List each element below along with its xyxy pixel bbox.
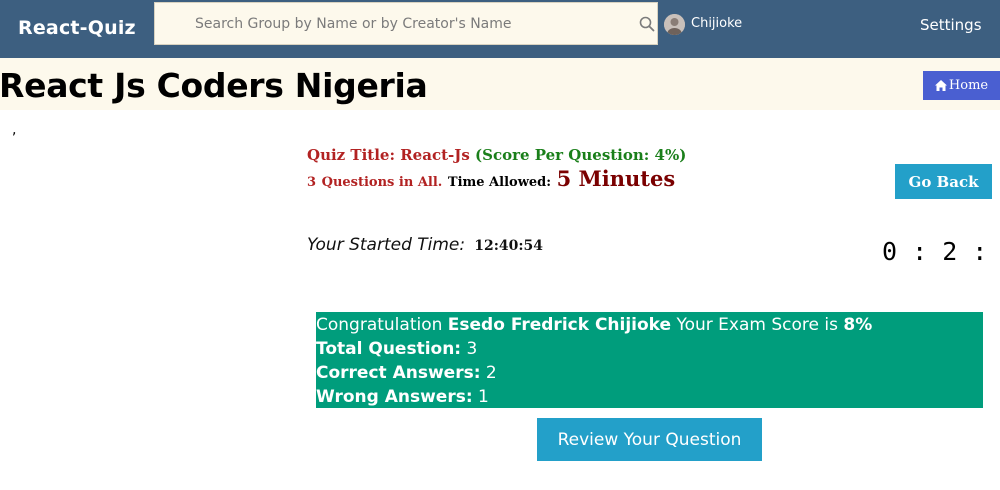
wrong-answers-value: 1	[478, 387, 489, 407]
result-panel: Congratulation Esedo Fredrick Chijioke Y…	[316, 312, 983, 408]
quiz-title-label: Quiz Title:	[307, 146, 395, 164]
time-allowed-label: Time Allowed:	[447, 175, 552, 190]
score-text: Your Exam Score is	[676, 315, 838, 335]
started-time-value: 12:40:54	[474, 238, 544, 254]
home-button-label: Home	[948, 78, 989, 93]
group-title: React Js Coders Nigeria	[0, 66, 428, 105]
top-navbar: React-Quiz Chijioke Settings	[0, 0, 1000, 58]
correct-answers-value: 2	[485, 363, 497, 383]
started-time-label: Your Started Time:	[307, 235, 466, 255]
correct-answers-label: Correct Answers:	[316, 363, 481, 383]
search-input[interactable]	[155, 3, 625, 44]
home-icon	[934, 80, 947, 91]
quiz-meta-line: 3 Questions in All. Time Allowed: 5 Minu…	[307, 166, 675, 191]
total-question-value: 3	[466, 339, 478, 359]
time-allowed-value: 5 Minutes	[556, 166, 676, 191]
settings-link[interactable]: Settings	[920, 16, 982, 34]
avatar[interactable]	[664, 14, 685, 35]
group-header: React Js Coders Nigeria Home	[0, 58, 1000, 110]
question-count: 3	[307, 175, 317, 190]
questions-label: Questions in All.	[321, 175, 443, 190]
review-question-button[interactable]: Review Your Question	[537, 418, 762, 461]
wrong-answers-line: Wrong Answers: 1	[316, 385, 983, 409]
congrats-prefix: Congratulation	[316, 315, 443, 335]
quiz-title-line: Quiz Title: React-Js (Score Per Question…	[307, 146, 686, 164]
countdown-timer: 0 : 2 : 8	[882, 237, 1000, 266]
go-back-button[interactable]: Go Back	[895, 164, 992, 199]
user-avatar-icon	[664, 14, 685, 35]
home-button[interactable]: Home	[923, 71, 1000, 100]
total-question-label: Total Question:	[316, 339, 462, 359]
result-congrats-line: Congratulation Esedo Fredrick Chijioke Y…	[316, 313, 983, 337]
score-value: 8%	[843, 315, 873, 335]
correct-answers-line: Correct Answers: 2	[316, 361, 983, 385]
wrong-answers-label: Wrong Answers:	[316, 387, 473, 407]
search-icon[interactable]	[639, 16, 655, 32]
quiz-title-value: React-Js	[400, 146, 470, 164]
user-name[interactable]: Chijioke	[691, 16, 742, 31]
started-time-line: Your Started Time: 12:40:54	[307, 235, 543, 255]
student-name: Esedo Fredrick Chijioke	[447, 315, 672, 335]
search-box	[154, 2, 658, 45]
total-question-line: Total Question: 3	[316, 337, 983, 361]
score-per-question: (Score Per Question: 4%)	[475, 146, 687, 164]
brand-logo[interactable]: React-Quiz	[18, 17, 136, 39]
stray-comma: ,	[12, 122, 17, 138]
